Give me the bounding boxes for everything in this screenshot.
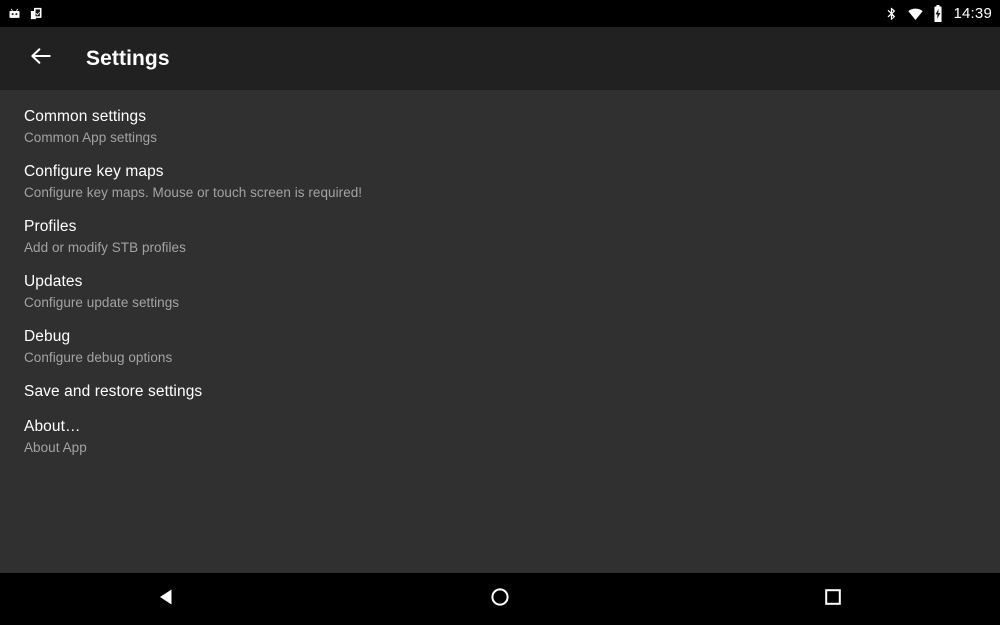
- status-bar: 14:39: [0, 0, 1000, 27]
- settings-item-summary: Configure update settings: [24, 295, 180, 310]
- settings-item-about[interactable]: About… About App: [0, 409, 1000, 464]
- back-arrow-icon: [28, 43, 54, 74]
- back-button[interactable]: [22, 40, 60, 78]
- settings-item-summary: Configure debug options: [24, 350, 173, 365]
- settings-item-configure-key-maps[interactable]: Configure key maps Configure key maps. M…: [0, 154, 1000, 209]
- settings-item-debug[interactable]: Debug Configure debug options: [0, 319, 1000, 374]
- settings-item-summary: Common App settings: [24, 130, 158, 145]
- battery-charging-icon: [932, 5, 944, 22]
- wifi-icon: [906, 6, 925, 22]
- settings-item-profiles[interactable]: Profiles Add or modify STB profiles: [0, 209, 1000, 264]
- status-bar-notifications: [7, 6, 44, 21]
- settings-list: Common settings Common App settings Conf…: [0, 90, 1000, 573]
- settings-item-title: Debug: [24, 328, 71, 345]
- navigation-bar: [0, 573, 1000, 625]
- settings-item-title: Save and restore settings: [24, 383, 203, 400]
- clipboard-check-notification-icon: [29, 6, 44, 21]
- nav-home-button[interactable]: [455, 573, 545, 625]
- back-nav-icon: [155, 585, 179, 614]
- app-bar: Settings: [0, 27, 1000, 90]
- settings-item-updates[interactable]: Updates Configure update settings: [0, 264, 1000, 319]
- nav-back-button[interactable]: [122, 573, 212, 625]
- home-nav-icon: [488, 585, 512, 614]
- settings-item-title: Updates: [24, 273, 83, 290]
- settings-item-title: Profiles: [24, 218, 77, 235]
- robot-notification-icon: [7, 6, 22, 21]
- page-title: Settings: [86, 46, 170, 70]
- settings-item-title: Configure key maps: [24, 163, 164, 180]
- settings-item-title: About…: [24, 418, 81, 435]
- nav-recents-button[interactable]: [788, 573, 878, 625]
- recents-nav-icon: [821, 585, 845, 614]
- settings-item-save-and-restore-settings[interactable]: Save and restore settings: [0, 374, 1000, 409]
- settings-item-summary: Add or modify STB profiles: [24, 240, 186, 255]
- settings-item-title: Common settings: [24, 108, 147, 125]
- bluetooth-icon: [884, 6, 899, 22]
- settings-item-summary: About App: [24, 440, 87, 455]
- status-bar-clock: 14:39: [953, 5, 992, 22]
- settings-item-summary: Configure key maps. Mouse or touch scree…: [24, 185, 363, 200]
- android-settings-screen: 14:39 Settings Common settings Common Ap…: [0, 0, 1000, 625]
- status-bar-system-icons: 14:39: [884, 5, 992, 22]
- settings-item-common-settings[interactable]: Common settings Common App settings: [0, 99, 1000, 154]
